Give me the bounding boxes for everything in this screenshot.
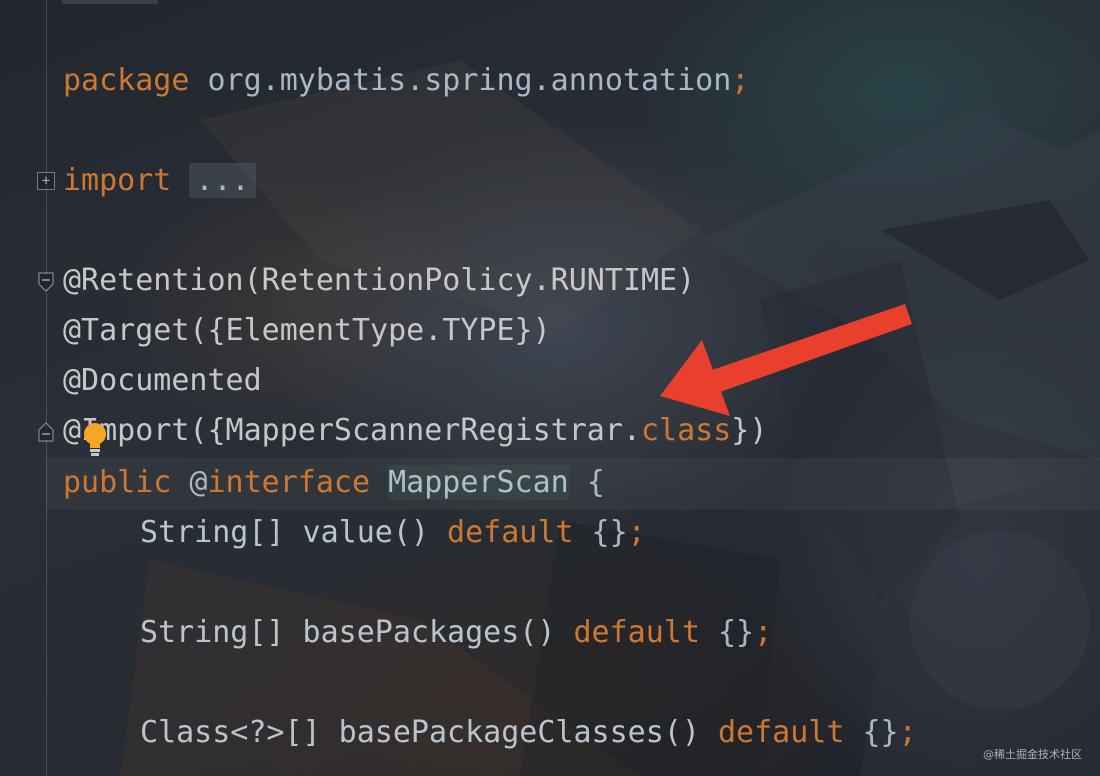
code-line-import: import ... xyxy=(63,156,256,206)
package-name: org.mybatis.spring.annotation xyxy=(189,63,732,98)
method-signature: String[] basePackages() xyxy=(140,615,574,650)
code-line-base-packages: String[] basePackages() default {}; xyxy=(140,608,772,658)
code-line-value: String[] value() default {}; xyxy=(140,508,646,558)
code-line-base-package-classes: Class<?>[] basePackageClasses() default … xyxy=(140,708,917,758)
method-signature: Class<?>[] basePackageClasses() xyxy=(140,715,718,750)
semicolon: ; xyxy=(627,515,646,550)
semicolon: ; xyxy=(898,715,917,750)
at-sign: @ xyxy=(171,465,208,500)
code-line-package: package org.mybatis.spring.annotation; xyxy=(63,56,749,106)
folded-imports-chip[interactable]: ... xyxy=(189,163,256,198)
watermark: @稀土掘金技术社区 xyxy=(983,748,1082,761)
default-value: {} xyxy=(699,615,755,650)
code-line-import-annotation: @Import({MapperScannerRegistrar.class}) xyxy=(63,406,767,456)
code-line-target: @Target({ElementType.TYPE}) xyxy=(63,313,551,348)
keyword: class xyxy=(640,413,732,448)
semicolon: ; xyxy=(754,615,773,650)
code-line-retention: @Retention(RetentionPolicy.RUNTIME) xyxy=(63,263,696,298)
keyword: public xyxy=(63,465,172,500)
import-annotation-end: }) xyxy=(731,413,768,448)
keyword: import xyxy=(63,163,172,198)
interface-name: MapperScan xyxy=(388,465,569,500)
import-annotation-start: @Import({MapperScannerRegistrar. xyxy=(63,413,641,448)
keyword: default xyxy=(447,515,574,550)
default-value: {} xyxy=(573,515,628,550)
code-line-declaration: public @interface MapperScan { xyxy=(63,458,605,508)
method-signature: String[] value() xyxy=(140,515,448,550)
code-editor[interactable]: + package org.mybatis.spring.annotation;… xyxy=(0,0,1100,776)
keyword: package xyxy=(63,63,190,98)
lightbulb-icon[interactable] xyxy=(80,420,110,460)
keyword: default xyxy=(717,715,845,750)
keyword: default xyxy=(573,615,700,650)
semicolon: ; xyxy=(731,63,750,98)
open-brace: { xyxy=(568,465,605,500)
code-line-documented: @Documented xyxy=(63,363,262,398)
default-value: {} xyxy=(844,715,899,750)
keyword: interface xyxy=(207,465,371,500)
code-area[interactable]: package org.mybatis.spring.annotation; i… xyxy=(0,0,1100,776)
